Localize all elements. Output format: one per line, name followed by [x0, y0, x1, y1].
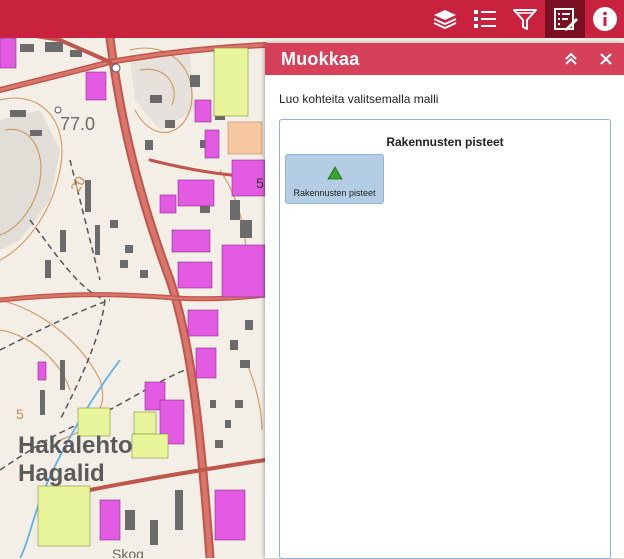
collapse-button[interactable]: [558, 43, 584, 75]
panel-header: Muokkaa: [265, 43, 624, 75]
edit-button[interactable]: [545, 0, 585, 38]
template-group-heading: Rakennusten pisteet: [386, 135, 504, 149]
close-icon: [600, 53, 612, 65]
panel-title: Muokkaa: [281, 48, 360, 69]
map-place-label-fi: Hakalehto: [18, 432, 133, 459]
edit-icon: [554, 8, 578, 31]
top-toolbar: [0, 0, 624, 38]
template-item-label: Rakennusten pisteet: [293, 188, 376, 198]
layers-icon: [433, 10, 457, 30]
template-picker: Rakennusten pisteet Rakennusten pisteet: [279, 119, 611, 559]
filter-button[interactable]: [505, 0, 545, 38]
panel-instruction: Luo kohteita valitsemalla malli: [279, 92, 439, 106]
map-contour-label: 5: [16, 406, 24, 422]
map-partial-label: Skog: [112, 546, 144, 558]
list-icon: [474, 10, 496, 28]
info-icon: [593, 7, 617, 31]
filter-icon: [513, 9, 537, 30]
legend-list-button[interactable]: [465, 0, 505, 38]
green-triangle-icon: [327, 166, 343, 180]
map-elevation-label: 77.0: [60, 114, 96, 134]
template-item-rakennusten-pisteet[interactable]: Rakennusten pisteet: [285, 154, 384, 204]
close-button[interactable]: [593, 43, 619, 75]
info-button[interactable]: [585, 0, 624, 38]
edit-panel: Muokkaa Luo kohteita valitsemalla malli …: [265, 43, 624, 559]
map-partial-label: 5: [256, 175, 264, 191]
map-place-label-sv: Hagalid: [18, 460, 105, 487]
layers-button[interactable]: [425, 0, 465, 38]
double-chevron-up-icon: [565, 52, 577, 65]
